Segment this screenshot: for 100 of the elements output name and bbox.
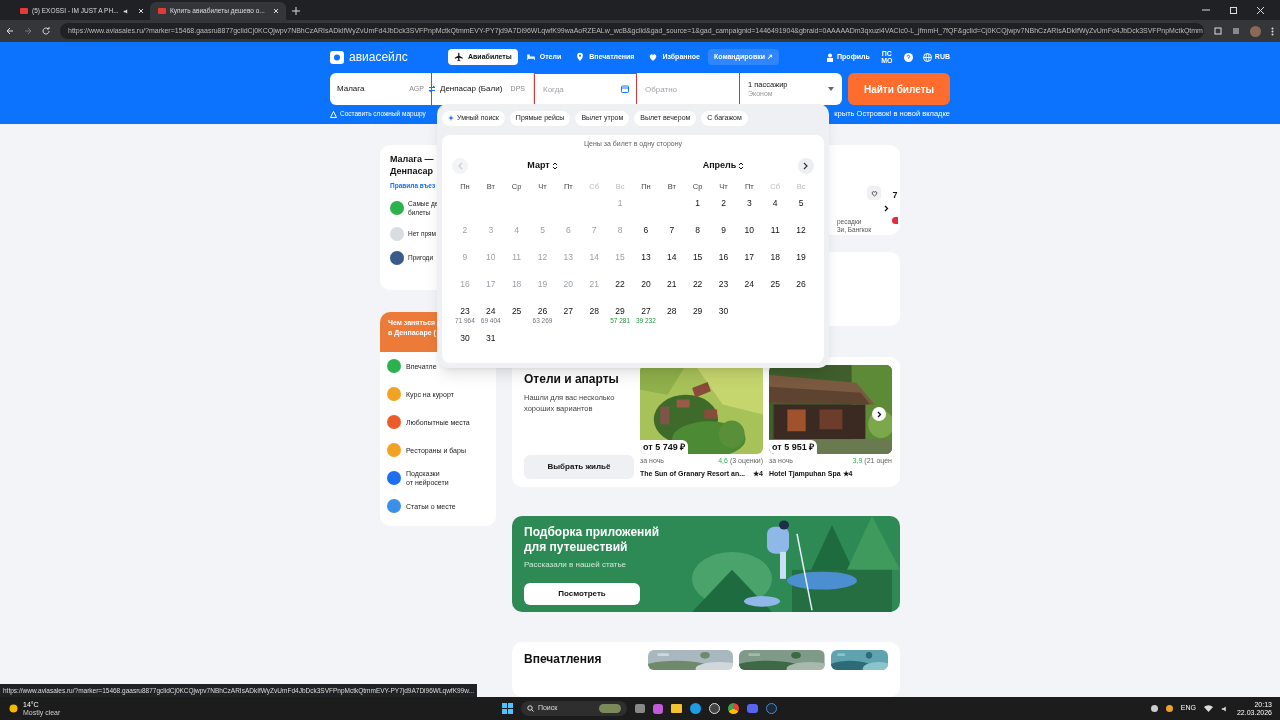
calendar-day[interactable]: 29 [615, 304, 625, 317]
calendar-day[interactable]: 1 [695, 196, 700, 209]
calendar-day[interactable]: 17 [744, 250, 755, 263]
calendar-day[interactable]: 26 [796, 277, 806, 290]
calendar-day[interactable]: 29 [692, 304, 703, 317]
calendar-day[interactable]: 14 [667, 250, 677, 263]
next-icon[interactable] [884, 205, 889, 212]
task-view-icon[interactable] [634, 704, 645, 713]
calendar-day[interactable]: 5 [798, 196, 804, 209]
calendar-day[interactable]: 12 [796, 223, 806, 236]
calendar-day: 14 [589, 250, 599, 263]
back-icon[interactable] [6, 27, 14, 35]
browser-icon[interactable] [727, 703, 739, 714]
help-icon[interactable] [903, 52, 913, 62]
calendar-day[interactable]: 25 [770, 277, 780, 290]
logo-icon [330, 50, 344, 64]
calendar-day[interactable]: 22 [615, 277, 625, 290]
caret-icon [828, 87, 834, 91]
calendar-day: 15 [615, 250, 625, 263]
calendar-day[interactable]: 27 [641, 304, 651, 317]
section-title: Впечатления [524, 651, 603, 669]
sort-icon [738, 161, 745, 170]
promo-title: Подборка приложений для путешествий [524, 525, 661, 556]
calendar-day[interactable]: 28 [589, 304, 599, 317]
calendar-day: 12 [537, 250, 548, 263]
bed-icon [525, 52, 536, 62]
extensions-icon[interactable] [1214, 27, 1222, 35]
calendar-day: 21 [589, 277, 599, 290]
calendar-day[interactable]: 2 [721, 196, 726, 209]
folder-icon[interactable] [670, 704, 682, 713]
browser-icon[interactable] [689, 703, 701, 714]
choose-stay-button[interactable]: Выбрать жильё [524, 455, 634, 480]
calendar-day[interactable]: 26 [537, 304, 548, 317]
weather-icon[interactable] [8, 703, 19, 714]
calendar-day: 11 [512, 250, 522, 263]
wifi-icon[interactable] [1203, 705, 1213, 712]
search-highlight-icon [598, 704, 621, 713]
pin-icon [575, 52, 586, 62]
month-select[interactable]: Апрель [702, 158, 745, 173]
calendar-day: 3 [488, 223, 494, 236]
globe-icon [922, 52, 932, 62]
close-icon[interactable] [1257, 7, 1264, 14]
app-icon[interactable] [652, 703, 663, 714]
calendar-day: 18 [511, 277, 522, 290]
calendar-day: 17 [486, 277, 496, 290]
calendar-day[interactable]: 27 [563, 304, 574, 317]
calendar-day[interactable]: 21 [667, 277, 677, 290]
chat-icon[interactable] [746, 704, 758, 713]
calendar-day[interactable]: 8 [695, 223, 700, 236]
calendar-icon [621, 85, 629, 93]
calendar-day[interactable]: 4 [772, 196, 778, 209]
side-number: 7 [892, 189, 898, 202]
calendar-day[interactable]: 31 [486, 331, 496, 344]
heart-icon [648, 52, 659, 62]
search-icon [526, 705, 534, 712]
calendar-day[interactable]: 11 [770, 223, 780, 236]
calendar-day[interactable]: 24 [744, 277, 755, 290]
windows-icon[interactable] [501, 703, 513, 714]
calendar-day[interactable]: 30 [718, 304, 729, 317]
calendar-day: 4 [514, 223, 519, 236]
calendar-day[interactable]: 28 [667, 304, 677, 317]
close-icon[interactable] [137, 8, 144, 14]
calendar-day[interactable]: 13 [641, 250, 651, 263]
calendar-day[interactable]: 6 [643, 223, 649, 236]
calendar-day[interactable]: 30 [460, 331, 470, 344]
swap-icon[interactable] [428, 85, 436, 93]
calendar-day[interactable]: 3 [747, 196, 752, 209]
heart-icon [870, 189, 878, 197]
next-month-button[interactable] [798, 157, 814, 174]
calendar-day: 9 [462, 250, 468, 263]
maximize-icon[interactable] [1230, 7, 1237, 14]
calendar-day[interactable]: 16 [718, 250, 729, 263]
calendar-day[interactable]: 25 [511, 304, 522, 317]
plane-icon [454, 52, 464, 62]
logo-text[interactable]: авиасейлс [349, 48, 408, 66]
speaker-icon[interactable] [1220, 704, 1229, 713]
calendar-day[interactable]: 9 [721, 223, 726, 236]
view-button[interactable]: Посмотреть [524, 583, 640, 606]
calendar-day: 8 [617, 223, 623, 236]
calendar-day[interactable]: 23 [718, 277, 729, 290]
calendar-day[interactable]: 15 [692, 250, 703, 263]
calendar-day[interactable]: 20 [641, 277, 651, 290]
new-tab-icon[interactable] [292, 7, 300, 15]
minimize-icon[interactable] [1202, 6, 1210, 14]
close-icon[interactable] [272, 8, 279, 14]
calendar-day[interactable]: 10 [744, 223, 755, 236]
forward-icon[interactable] [24, 27, 32, 35]
calendar-day[interactable]: 19 [796, 250, 806, 263]
calendar-day[interactable]: 7 [669, 223, 675, 236]
return-date-field[interactable]: Обратно [637, 73, 739, 105]
calendar-day[interactable]: 22 [692, 277, 703, 290]
month-select[interactable]: Март [527, 158, 558, 173]
calendar-day: 5 [540, 223, 545, 236]
favorite-button[interactable] [867, 186, 881, 200]
calendar-day[interactable]: 18 [770, 250, 780, 263]
sidebar-icon[interactable] [1232, 27, 1240, 35]
reload-icon[interactable] [42, 27, 50, 35]
menu-icon[interactable] [1271, 26, 1274, 36]
avatar[interactable] [1250, 25, 1261, 37]
calendar-day: 16 [460, 277, 470, 290]
